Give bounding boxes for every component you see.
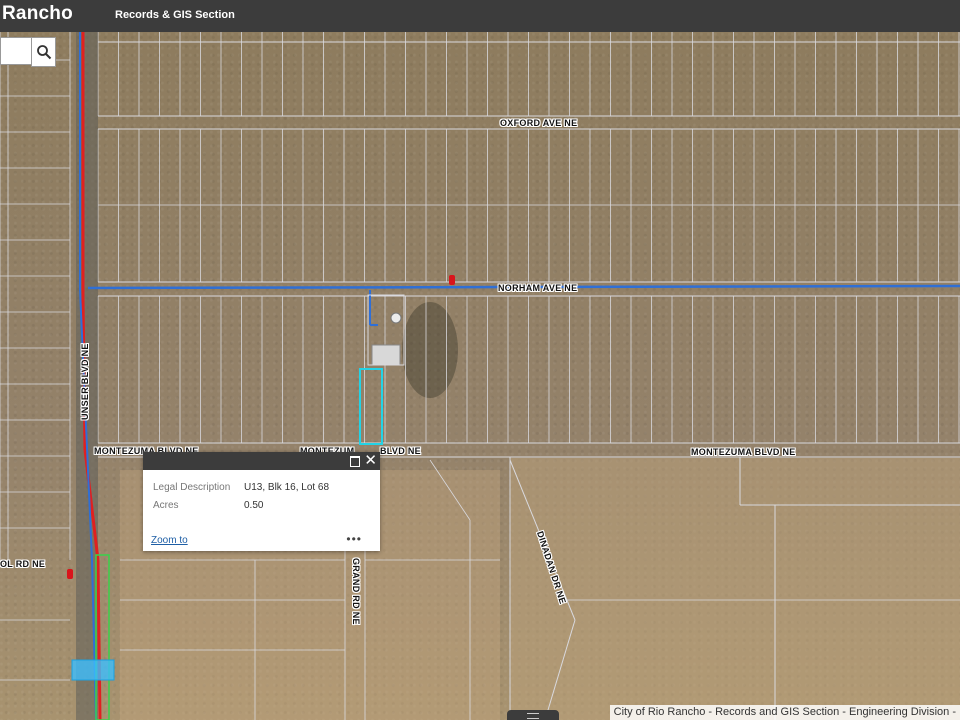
hydrant-icon[interactable]	[67, 569, 73, 579]
vegetation-patch	[402, 302, 458, 398]
open-land-area	[510, 458, 960, 720]
popup-key-legal: Legal Description	[153, 482, 231, 493]
road-label-montezuma-mid-tail: BLVD NE	[380, 446, 421, 456]
selected-parcel	[359, 368, 383, 445]
search-bar	[0, 37, 56, 67]
popup-header: ✕	[143, 452, 380, 470]
search-input[interactable]	[0, 37, 31, 65]
map-view[interactable]	[0, 32, 960, 720]
app-subtitle: Records & GIS Section	[115, 9, 235, 21]
road-label-grand: GRAND RD NE	[351, 558, 361, 625]
facility-building	[371, 344, 401, 366]
road-label-montezuma-right: MONTEZUMA BLVD NE	[691, 447, 796, 457]
more-actions-icon[interactable]: •••	[346, 532, 362, 546]
app-header: Rancho Records & GIS Section	[0, 0, 960, 32]
water-tank	[390, 312, 402, 324]
app-title: Rancho	[2, 3, 73, 24]
popup-value-acres: 0.50	[244, 500, 264, 511]
feature-popup: ✕ Legal Description U13, Blk 16, Lot 68 …	[143, 452, 380, 551]
search-icon	[36, 45, 51, 60]
bottom-panel-toggle[interactable]	[507, 710, 559, 720]
unser-utility-line	[96, 559, 102, 720]
close-icon[interactable]: ✕	[364, 452, 377, 470]
popup-value-legal: U13, Blk 16, Lot 68	[244, 482, 330, 493]
zoom-to-link[interactable]: Zoom to	[151, 535, 188, 546]
maximize-icon[interactable]	[350, 456, 360, 467]
road-label-norham: NORHAM AVE NE	[498, 283, 578, 293]
utility-cyan-box	[71, 659, 115, 681]
hydrant-icon[interactable]	[449, 275, 455, 285]
popup-key-acres: Acres	[153, 500, 179, 511]
road-label-oxford: OXFORD AVE NE	[500, 118, 578, 128]
map-attribution: City of Rio Rancho - Records and GIS Sec…	[609, 705, 960, 720]
parcel-layer	[0, 32, 960, 720]
search-button[interactable]	[31, 37, 56, 67]
road-label-unser: UNSER BLVD NE	[80, 343, 90, 420]
road-label-ol-rd: OL RD NE	[0, 559, 46, 569]
